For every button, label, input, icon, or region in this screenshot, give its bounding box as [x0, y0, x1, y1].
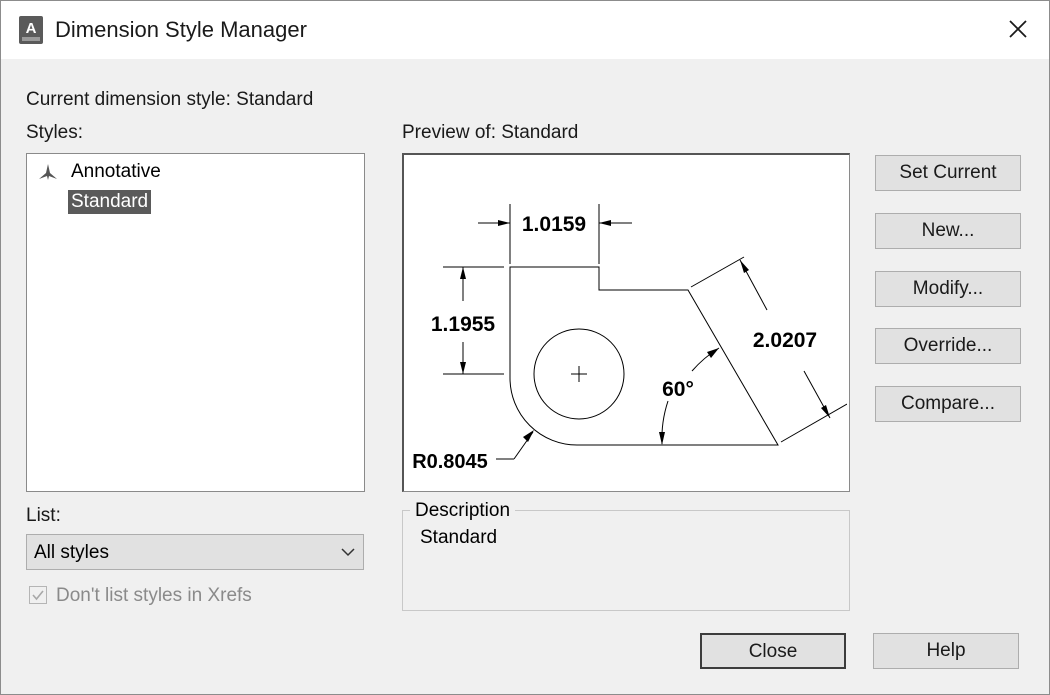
- autocad-app-icon: A: [19, 16, 43, 44]
- dim-angle: 60°: [662, 378, 694, 401]
- style-item-annotative[interactable]: Annotative: [71, 161, 161, 183]
- help-button[interactable]: Help: [873, 633, 1019, 669]
- list-label: List:: [26, 505, 61, 526]
- dim-radius: R0.8045: [412, 451, 488, 473]
- xref-checkbox[interactable]: [29, 586, 47, 604]
- close-button[interactable]: Close: [700, 633, 846, 669]
- styles-label: Styles:: [26, 122, 84, 143]
- dimension-style-manager-dialog: A Dimension Style Manager Current dimens…: [0, 0, 1050, 695]
- preview-pane: 1.0159 1.1955 2.0207 60° R0.8045: [402, 153, 850, 492]
- chevron-down-icon: [341, 548, 355, 557]
- set-current-button[interactable]: Set Current: [875, 155, 1021, 191]
- close-icon[interactable]: [1002, 13, 1034, 45]
- dim-top: 1.0159: [522, 213, 586, 236]
- override-button[interactable]: Override...: [875, 328, 1021, 364]
- description-value: Standard: [420, 527, 498, 548]
- modify-button[interactable]: Modify...: [875, 271, 1021, 307]
- dimension-preview-drawing: 1.0159 1.1955 2.0207 60° R0.8045: [412, 204, 847, 473]
- annotative-icon: [39, 164, 57, 180]
- styles-listbox[interactable]: Annotative Standard: [26, 153, 365, 492]
- title-bar: A Dimension Style Manager: [1, 1, 1049, 59]
- dim-diagonal: 2.0207: [753, 329, 817, 352]
- description-group: [402, 510, 850, 611]
- xref-checkbox-label: Don't list styles in Xrefs: [56, 585, 252, 606]
- check-icon: [32, 590, 44, 601]
- window-title: Dimension Style Manager: [55, 17, 307, 42]
- list-filter-select[interactable]: All styles: [26, 534, 364, 570]
- compare-button[interactable]: Compare...: [875, 386, 1021, 422]
- preview-label: Preview of: Standard: [402, 122, 579, 143]
- style-item-standard[interactable]: Standard: [68, 190, 152, 214]
- app-icon-letter: A: [26, 20, 37, 37]
- list-filter-value: All styles: [34, 542, 109, 563]
- new-button[interactable]: New...: [875, 213, 1021, 249]
- current-style-label: Current dimension style: Standard: [26, 89, 314, 110]
- dim-left: 1.1955: [431, 313, 496, 336]
- description-label: Description: [410, 500, 516, 522]
